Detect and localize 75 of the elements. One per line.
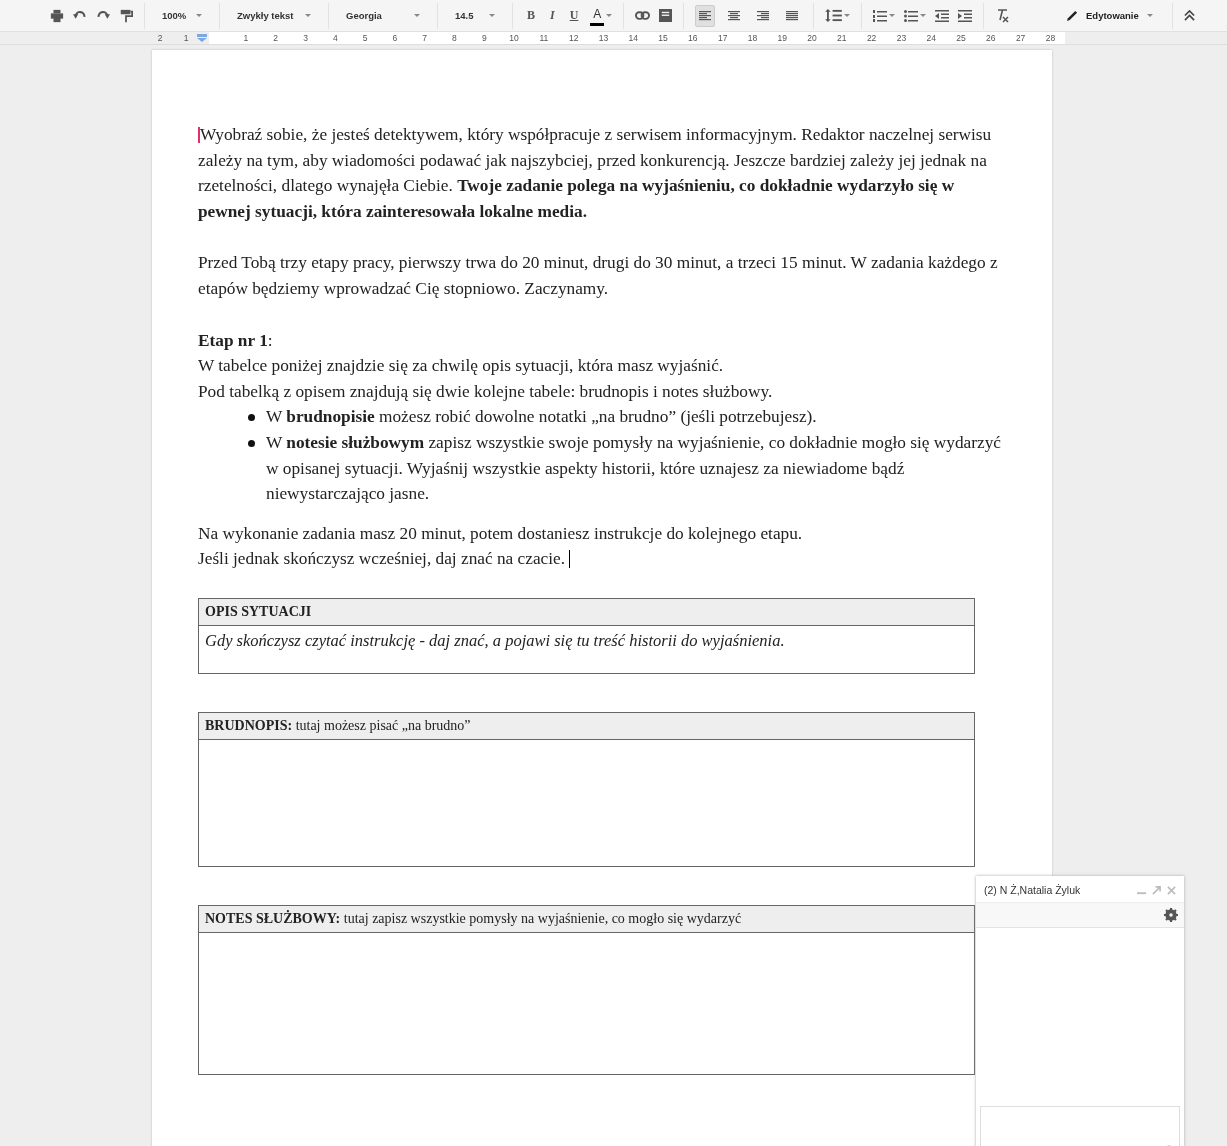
font-dropdown[interactable]: Georgia — [340, 3, 426, 28]
ruler-number: 2 — [272, 33, 280, 43]
indent-marker-icon[interactable] — [197, 34, 207, 42]
list-item: W notesie służbowym zapisz wszystkie swoje pomysły na wyjaśnienie, co dokładnie mogło się wydarzyć w opisanej sytuacji. Wyjaśnij wszystkie aspekty historii, które uznajesz za niewiadome bądź niewystarczająco jasne. — [266, 431, 1002, 506]
list-item: W brudnopisie możesz robić dowolne notatki „na brudno” (jeśli potrzebujesz). — [266, 406, 818, 429]
chat-title: (2) N Ż,Natalia Żyluk — [984, 884, 1082, 896]
bullet-icon — [248, 439, 255, 447]
clear-formatting-icon[interactable] — [995, 8, 1010, 23]
ruler-number: 22 — [865, 33, 878, 43]
table-header: OPIS SYTUACJI — [199, 598, 974, 626]
ruler-number: 3 — [302, 33, 309, 43]
ruler-number: 20 — [806, 33, 818, 43]
paragraph: Etap nr 1: — [198, 329, 274, 352]
ruler-number: 4 — [331, 33, 339, 43]
collapse-icon[interactable] — [1184, 10, 1195, 21]
message-field[interactable] — [980, 1106, 1180, 1146]
paint-roller-icon[interactable] — [119, 8, 133, 23]
table-header: NOTES SŁUŻBOWY: tutaj zapisz wszystkie pomysły na wyjaśnienie, co mogło się wydarzyć — [199, 905, 974, 933]
table-header: BRUDNOPIS: tutaj możesz pisać „na brudno” — [199, 712, 974, 740]
ruler-number: 17 — [716, 33, 729, 43]
ruler-number: 1 — [242, 33, 250, 43]
bold-button[interactable]: B — [524, 4, 538, 27]
ruler-number: 11 — [538, 33, 550, 43]
text-color-button[interactable]: A — [590, 5, 605, 26]
ruler-number: 6 — [391, 33, 399, 43]
decrease-indent-icon[interactable] — [935, 9, 950, 22]
font-size-dropdown[interactable]: 14.5 — [449, 3, 501, 28]
ruler-number: 15 — [657, 33, 669, 43]
numbered-list-icon[interactable] — [873, 9, 888, 22]
settings-icon[interactable] — [1164, 908, 1178, 922]
align-right-icon — [757, 10, 770, 21]
paragraph: Wyobraź sobie, że jesteś detektywem, który współpracuje z serwisem informacyjnym. Redaktor naczelnej serwisu zależy na tym, aby wiadomości podawać jak najszybciej, przed konkurencją. Jeszcze bardziej zależy jej jednak na rzetelności, dlatego wynajęła Ciebie. Twoje zadanie polega na wyjaśnieniu, co dokładnie wydarzyło się w pewnej sytuacji, która zainteresowała lokalne media. — [198, 124, 993, 223]
ruler-number: 1 — [182, 33, 190, 43]
paragraph: Na wykonanie zadania masz 20 minut, potem dostaniesz instrukcje do kolejnego etapu. — [198, 522, 804, 545]
ruler-number: 23 — [895, 33, 908, 43]
paragraph: W tabelce poniżej znajdzie się za chwilę opis sytuacji, która masz wyjaśnić. — [198, 355, 725, 378]
link-icon[interactable] — [635, 10, 651, 21]
ruler-number: 13 — [597, 33, 610, 43]
paragraph: Jeśli jednak skończysz wcześniej, daj znać na czacie. — [198, 546, 1006, 572]
increase-indent-icon[interactable] — [958, 9, 973, 22]
ruler-number: 8 — [451, 33, 458, 43]
underline-button[interactable]: U — [566, 4, 582, 27]
ruler-number: 28 — [1044, 33, 1057, 43]
ruler-number: 2 — [156, 33, 164, 43]
bulleted-list-icon[interactable] — [904, 9, 919, 22]
align-justify-icon — [786, 10, 799, 21]
paragraph: Pod tabelką z opisem znajdują się dwie kolejne tabele: brudnopis i notes służbowy. — [198, 380, 774, 403]
ruler-number: 14 — [627, 33, 639, 43]
ruler-number: 26 — [985, 33, 997, 43]
table-cell-text: Gdy skończysz czytać instrukcję - daj znać, a pojawi się tu treść historii do wyjaśnienia. — [205, 630, 785, 650]
ruler-number: 9 — [480, 33, 488, 43]
ruler-number: 5 — [361, 33, 369, 43]
style-dropdown[interactable]: Zwykły tekst — [231, 3, 317, 28]
ruler-number: 16 — [687, 33, 699, 43]
ruler-number: 18 — [746, 33, 759, 43]
ruler-number: 7 — [421, 33, 429, 43]
bullet-icon — [248, 414, 255, 422]
ruler-number: 24 — [925, 33, 937, 43]
zoom-dropdown[interactable]: 100% — [156, 3, 208, 28]
line-spacing-icon[interactable] — [825, 9, 843, 22]
ruler-number: 21 — [836, 33, 848, 43]
editing-mode-dropdown[interactable]: Edytowanie — [1061, 9, 1161, 22]
italic-button[interactable]: I — [547, 4, 558, 27]
comment-icon[interactable] — [659, 9, 673, 22]
ruler-number: 10 — [508, 33, 520, 43]
align-button[interactable] — [695, 4, 716, 27]
ruler-number: 27 — [1014, 33, 1027, 43]
paragraph: Przed Tobą trzy etapy pracy, pierwszy trwa do 20 minut, drugi do 30 minut, a trzeci 15 minut. W zadania każdego z etapów będziemy wprowadzać Cię stopniowo. Zaczynamy. — [198, 252, 999, 300]
pencil-icon — [1067, 10, 1078, 21]
align-center-icon — [728, 10, 741, 21]
align-left-icon — [699, 10, 712, 21]
print-icon[interactable] — [50, 8, 64, 23]
ruler-number: 25 — [955, 33, 967, 43]
ruler-number: 19 — [776, 33, 788, 43]
ruler-number: 12 — [567, 33, 580, 43]
